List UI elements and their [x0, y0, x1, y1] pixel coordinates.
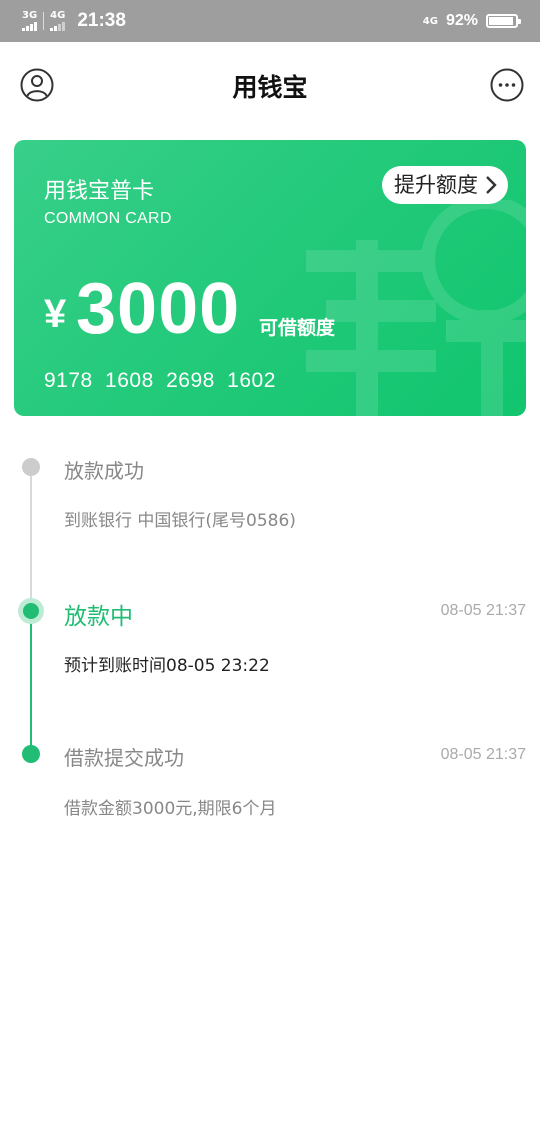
app-header: 用钱宝 — [0, 42, 540, 130]
signal-bars-icon — [50, 22, 66, 31]
status-left: 3G 4G 21:38 — [22, 0, 126, 42]
card-name: 用钱宝普卡 — [44, 179, 155, 204]
page-title: 用钱宝 — [232, 73, 308, 102]
battery-icon — [486, 14, 521, 28]
timeline-connector — [30, 476, 32, 610]
network-type-label: 3G — [22, 10, 38, 21]
more-icon[interactable] — [490, 68, 524, 102]
card-subtitle: COMMON CARD — [44, 210, 172, 227]
timeline-item-time: 08-05 21:37 — [440, 746, 526, 763]
status-right: 4G 92% — [422, 0, 521, 42]
timeline-item-desc: 预计到账时间08-05 23:22 — [64, 656, 270, 676]
status-time: 21:38 — [77, 10, 126, 31]
network-type-label: 4G — [50, 10, 66, 21]
upgrade-limit-button[interactable]: 提升额度 — [382, 166, 508, 204]
timeline-item-desc: 借款金额3000元,期限6个月 — [64, 799, 277, 819]
watermark-icon — [306, 200, 526, 416]
card-number: 9178 1608 2698 1602 — [44, 369, 276, 392]
currency-symbol: ¥ — [44, 292, 67, 336]
credit-card[interactable]: 用钱宝普卡 COMMON CARD 提升额度 ¥ 3000 可借额度 9178 … — [14, 140, 526, 416]
timeline-item-time: 08-05 21:37 — [440, 602, 526, 619]
timeline-connector-active — [30, 610, 32, 754]
upgrade-limit-label: 提升额度 — [394, 173, 478, 197]
timeline-item-title: 借款提交成功 — [64, 746, 184, 770]
status-bar: 3G 4G 21:38 4G 92% — [0, 0, 540, 42]
timeline-dot-active — [23, 603, 39, 619]
battery-fill — [489, 17, 513, 25]
data-network-icon: 4G — [422, 15, 438, 27]
timeline-dot-done — [22, 745, 40, 763]
timeline-dot-pending — [22, 458, 40, 476]
signal-4g: 4G — [50, 11, 65, 31]
credit-amount: 3000 — [76, 269, 241, 349]
signal-3g: 3G — [22, 11, 37, 31]
signal-bars-icon — [22, 22, 37, 31]
battery-percent: 92% — [445, 12, 478, 29]
timeline-item-title: 放款中 — [64, 604, 133, 630]
timeline-item-desc: 到账银行 中国银行(尾号0586) — [64, 511, 296, 531]
chevron-right-icon — [486, 176, 497, 194]
status-divider — [43, 12, 45, 30]
credit-amount-label: 可借额度 — [259, 317, 336, 339]
timeline-item-title: 放款成功 — [64, 459, 144, 483]
